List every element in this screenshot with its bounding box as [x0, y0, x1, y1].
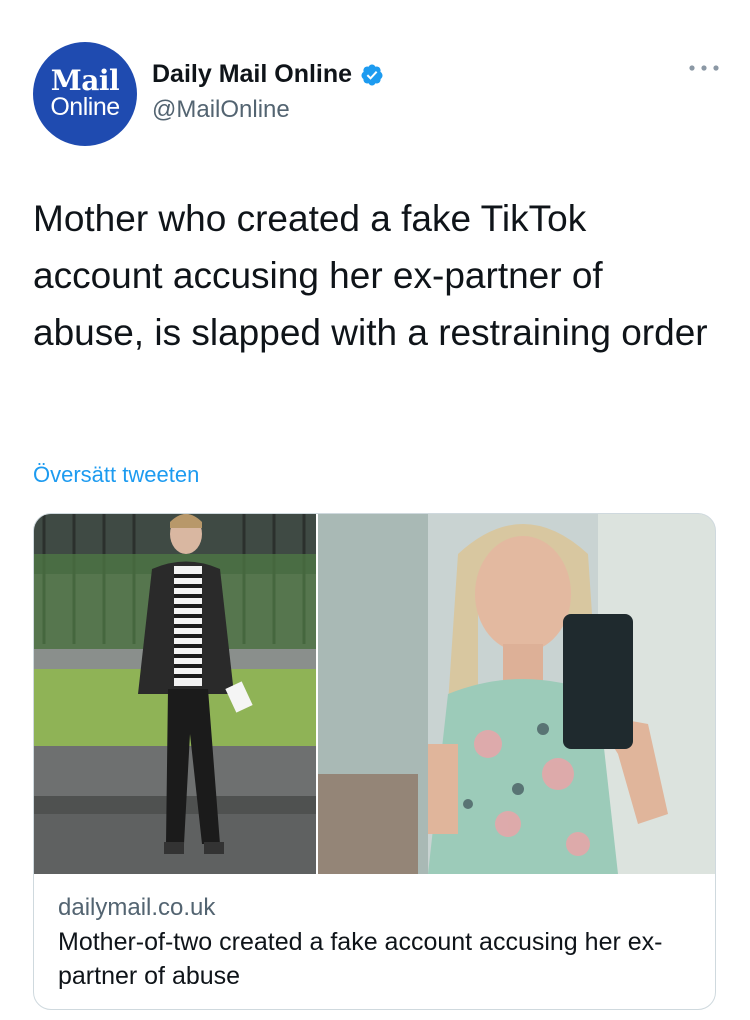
link-card[interactable]: dailymail.co.uk Mother-of-two created a …: [33, 513, 716, 1010]
card-title[interactable]: Mother-of-two created a fake account acc…: [58, 925, 695, 993]
translate-tweet-link[interactable]: Översätt tweeten: [33, 462, 199, 488]
card-domain: dailymail.co.uk: [58, 894, 216, 921]
author-name-row[interactable]: Daily Mail Online: [152, 60, 384, 89]
photo-woman-walking: [34, 514, 316, 874]
handle[interactable]: @MailOnline: [152, 96, 290, 124]
card-meta[interactable]: dailymail.co.uk Mother-of-two created a …: [58, 891, 695, 993]
online-logo-text: Online: [50, 93, 120, 121]
display-name[interactable]: Daily Mail Online: [152, 60, 352, 89]
card-image[interactable]: [34, 514, 715, 874]
avatar[interactable]: Mail Online: [33, 42, 137, 146]
tweet-text: Mother who created a fake TikTok account…: [33, 198, 708, 353]
photo-mirror-selfie: [318, 514, 715, 874]
mail-logo-text: Mail: [50, 64, 120, 97]
verified-badge-icon: [361, 64, 383, 85]
more-options-icon[interactable]: [688, 62, 720, 74]
